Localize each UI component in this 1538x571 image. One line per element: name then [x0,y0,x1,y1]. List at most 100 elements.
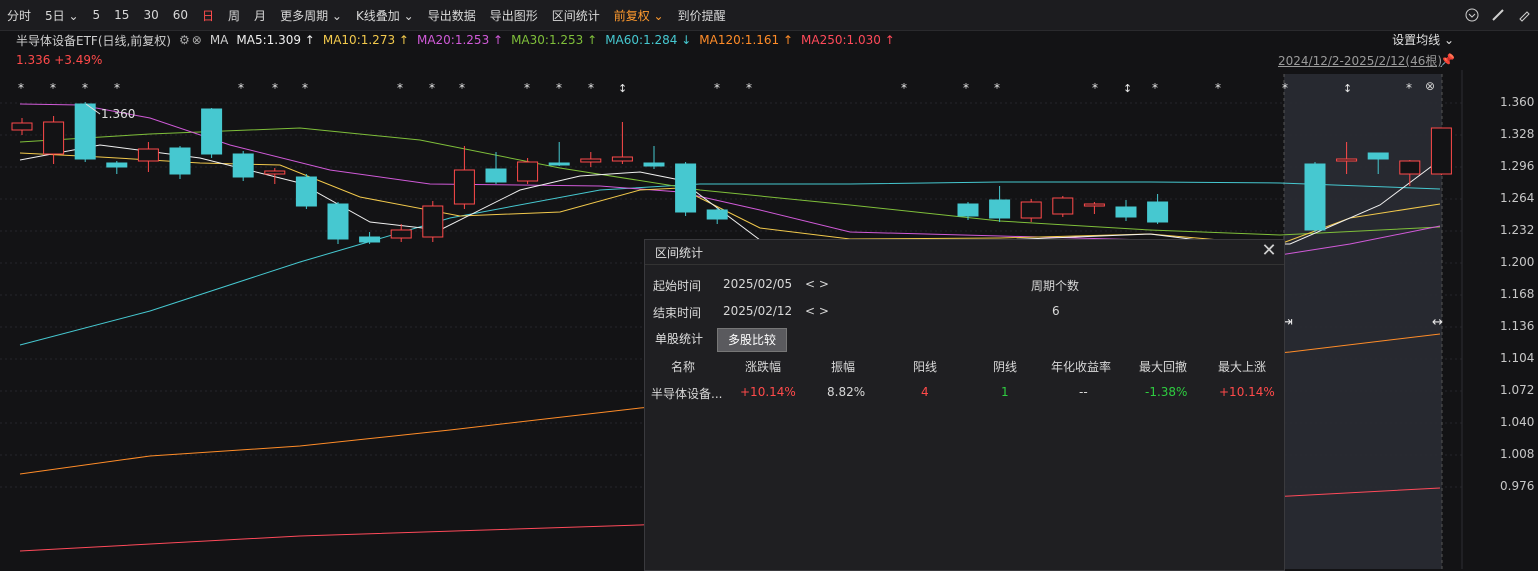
col-max-rise: 最大上涨 [1218,360,1267,374]
candle-body [232,153,254,178]
ma-item: MA250:1.030 ↑ [801,33,895,47]
ma-item: MA5:1.309 ↑ [236,33,315,47]
cell-name: 半导体设备... [651,387,723,401]
event-marker-icon: * [1282,81,1288,95]
candle-body [43,121,65,155]
cell-max-rise: +10.14% [1219,385,1275,399]
toolbar-item[interactable]: K线叠加 ⌄ [349,7,421,24]
candle-body [1083,203,1105,207]
event-marker-icon: * [714,81,720,95]
start-time-label: 起始时间 [653,279,702,293]
y-tick-label: 1.168 [1500,287,1535,301]
ma-item: MA20:1.253 ↑ [416,33,504,47]
period-count-label: 周期个数 [1031,279,1080,293]
dialog-header: 区间统计 [645,240,1284,265]
candle-body [1399,160,1421,175]
toolbar-item[interactable]: 5日 ⌄ [38,7,86,24]
price-change: 1.336 +3.49% [16,53,102,67]
toolbar-item[interactable]: 30 [136,8,165,22]
toolbar-item[interactable]: 区间统计 [545,7,607,24]
candle-body [1052,197,1074,215]
col-drawdown: 最大回撤 [1139,360,1188,374]
cell-change: +10.14% [740,385,796,399]
toolbar-item[interactable]: 分时 [0,7,38,24]
range-label[interactable]: 2024/12/2-2025/2/12(46根) [1278,52,1442,69]
change-percent: +3.49% [54,53,103,67]
col-down: 阴线 [993,360,1018,374]
toolbar-item[interactable]: 到价提醒 [671,7,733,24]
tab-single-stock[interactable]: 单股统计 [645,328,714,350]
candle-body [675,163,697,213]
event-marker-icon: * [588,81,594,95]
candle-body [706,209,728,220]
candle-body [169,147,191,175]
candle-body [264,170,286,175]
end-time-value[interactable]: 2025/02/12 [723,304,792,318]
event-marker-icon: * [272,81,278,95]
cell-up: 4 [921,385,929,399]
tab-multi-stock[interactable]: 多股比较 [717,328,788,352]
y-tick-label: 1.104 [1500,351,1535,365]
toolbar-item[interactable]: 导出数据 [421,7,483,24]
ma-item: MA30:1.253 ↑ [511,33,598,47]
end-time-arrows[interactable]: < > [805,304,829,318]
cell-down: 1 [1001,385,1009,399]
event-marker-icon: * [524,81,530,95]
toolbar-item[interactable]: 前复权 ⌄ [607,7,671,24]
toolbar-item[interactable]: 周 [221,7,247,24]
set-ma-button[interactable]: 设置均线 ⌄ [1392,31,1454,48]
event-marker-icon: * [1215,81,1221,95]
gear-icon[interactable]: ⚙ [179,33,190,47]
toolbar-item[interactable]: 日 [195,7,221,24]
candle-body [485,168,507,183]
y-tick-label: 1.200 [1500,255,1535,269]
set-ma-label: 设置均线 [1392,33,1441,47]
split-marker-icon: ↕ [1343,82,1352,95]
candle-body [517,161,539,182]
ma-items: MA5:1.309 ↑ MA10:1.273 ↑ MA20:1.253 ↑ MA30:… [236,33,902,47]
candle-body [1430,127,1452,175]
event-marker-icon: * [459,81,465,95]
pin-icon[interactable]: 📌 [1440,53,1455,67]
toolbar-item[interactable]: 60 [166,8,195,22]
candle-body [106,162,128,168]
col-up: 阳线 [913,360,938,374]
candle-body [643,162,665,167]
event-marker-icon: * [397,81,403,95]
candle-body [1367,152,1389,160]
period-count-value: 6 [1052,304,1060,318]
col-change: 涨跌幅 [745,360,782,374]
ma30-line [19,127,1441,236]
candle-body [1336,158,1358,162]
candle-body [390,229,412,239]
close-icon[interactable]: ✕ [1260,242,1278,260]
toolbar-item[interactable]: 更多周期 ⌄ [273,7,349,24]
event-marker-icon: * [238,81,244,95]
start-time-value[interactable]: 2025/02/05 [723,277,792,291]
current-price: 1.336 [16,53,51,67]
range-stats-dialog: 区间统计 ✕ 起始时间 2025/02/05 < > 周期个数 结束时间 202… [644,239,1285,571]
close-circle-icon[interactable]: ⊗ [192,33,202,47]
cell-amplitude: 8.82% [827,385,866,399]
candle-body [74,103,96,160]
candle-body [422,205,444,238]
cell-annual: -- [1079,385,1088,399]
toolbar-item[interactable]: 月 [247,7,273,24]
end-time-label: 结束时间 [653,306,702,320]
event-marker-icon: * [1152,81,1158,95]
y-tick-label: 1.136 [1500,319,1535,333]
toolbar-item[interactable]: 15 [107,8,136,22]
candle-body [137,148,159,162]
ma20-line [19,103,1441,256]
ma-item: MA120:1.161 ↑ [699,33,794,47]
col-name: 名称 [671,360,696,374]
start-time-arrows[interactable]: < > [805,277,829,291]
ma-label: MA [209,33,229,47]
y-tick-label: 1.008 [1500,447,1535,461]
ma-legend: 半导体设备ETF(日线,前复权) ⚙ ⊗ MA MA5:1.309 ↑ MA10:… [16,31,911,49]
toolbar-item[interactable]: 5 [86,8,108,22]
resize-arrow-icon: ↔ [1432,315,1443,330]
toolbar-item[interactable]: 导出图形 [483,7,545,24]
y-tick-label: 1.296 [1500,159,1535,173]
candle-body [1304,163,1326,231]
